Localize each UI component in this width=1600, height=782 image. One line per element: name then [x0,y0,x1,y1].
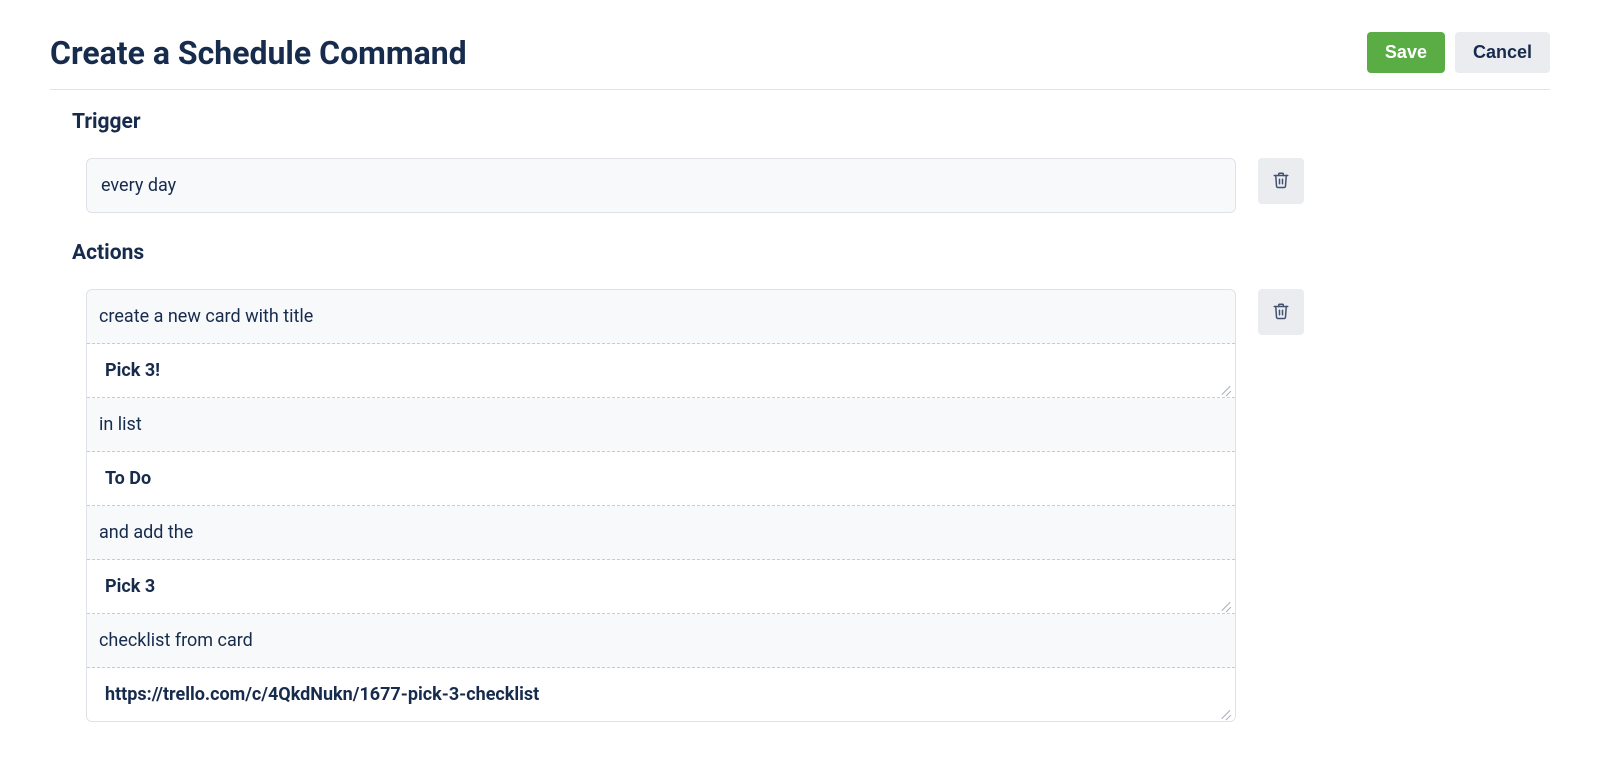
action-text-segment: checklist from card [87,614,1235,668]
action-text-segment: and add the [87,506,1235,560]
actions-section: Actions create a new card with title Pic… [50,241,1550,722]
cancel-button[interactable]: Cancel [1455,32,1550,73]
resize-handle-icon[interactable] [1219,383,1231,395]
page-title: Create a Schedule Command [50,34,467,72]
header-buttons: Save Cancel [1367,32,1550,73]
actions-section-label: Actions [72,241,1550,265]
action-input-url[interactable]: https://trello.com/c/4QkdNukn/1677-pick-… [87,668,1235,721]
trigger-value-box[interactable]: every day [86,158,1236,213]
save-button[interactable]: Save [1367,32,1445,73]
trigger-section: Trigger every day [50,110,1550,213]
trigger-section-label: Trigger [72,110,1550,134]
action-input-value: Pick 3 [105,576,155,597]
trigger-value: every day [101,175,176,196]
action-input-list[interactable]: To Do [87,452,1235,506]
action-box: create a new card with title Pick 3! in … [86,289,1236,722]
trash-icon [1272,171,1290,192]
delete-trigger-button[interactable] [1258,158,1304,204]
action-input-title[interactable]: Pick 3! [87,344,1235,398]
page-header: Create a Schedule Command Save Cancel [50,32,1550,90]
trash-icon [1272,302,1290,323]
action-input-checklist[interactable]: Pick 3 [87,560,1235,614]
action-input-value: To Do [105,468,151,489]
action-text-segment: create a new card with title [87,290,1235,344]
action-text-segment: in list [87,398,1235,452]
resize-handle-icon[interactable] [1219,599,1231,611]
delete-action-button[interactable] [1258,289,1304,335]
action-input-value: https://trello.com/c/4QkdNukn/1677-pick-… [105,684,539,705]
resize-handle-icon[interactable] [1219,707,1231,719]
action-input-value: Pick 3! [105,360,160,381]
